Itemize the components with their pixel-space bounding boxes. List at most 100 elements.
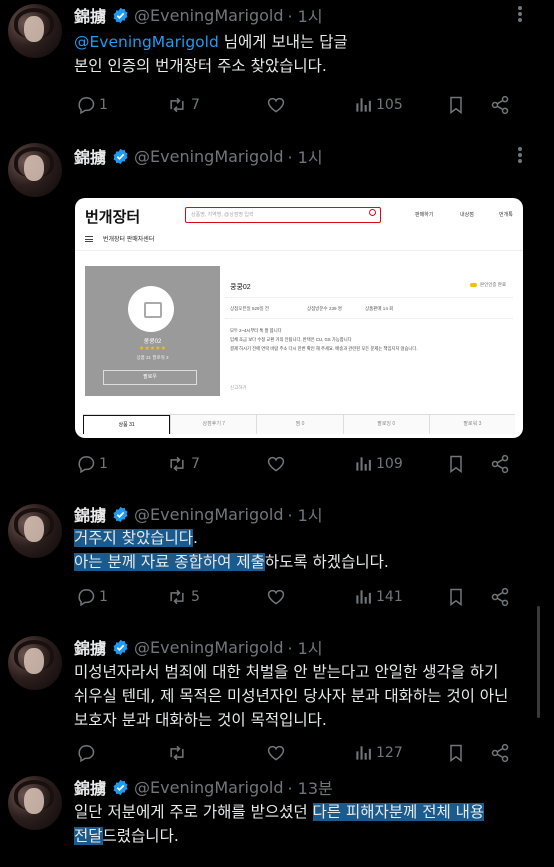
retweet-button[interactable]: 7 xyxy=(166,94,200,116)
handle[interactable]: @EveningMarigold xyxy=(134,505,283,524)
verified-label: 본인인증 완료 xyxy=(470,282,506,288)
more-options-icon[interactable] xyxy=(518,147,522,163)
views-count: 127 xyxy=(376,745,403,761)
handle[interactable]: @EveningMarigold xyxy=(134,778,283,797)
verified-badge-icon xyxy=(112,639,129,656)
views-button[interactable]: 141 xyxy=(353,586,403,608)
tab-following: 팔로잉 0 xyxy=(342,415,429,434)
views-count: 141 xyxy=(376,589,403,605)
reply-icon xyxy=(78,97,95,115)
selected-text: 다른 피해자분께 전체 내용 xyxy=(312,803,485,821)
display-name[interactable]: 錦擄 xyxy=(74,3,106,27)
display-name[interactable]: 錦擄 xyxy=(74,635,106,659)
verified-badge-icon xyxy=(112,148,129,165)
avatar[interactable] xyxy=(8,143,62,197)
seller-center-menu: 번개장터 판매자센터 xyxy=(85,234,154,243)
bookmark-icon xyxy=(450,588,462,606)
tweet-text-rest: . xyxy=(193,529,198,547)
tweet-text: @EveningMarigold 님에게 보내는 답글 본인 인증의 번개장터 … xyxy=(74,30,348,78)
share-button[interactable] xyxy=(490,586,510,608)
shop-stat: 상품판매 14 회 xyxy=(365,306,394,311)
share-button[interactable] xyxy=(490,94,510,116)
views-icon xyxy=(356,457,371,471)
tweet-text: 거주지 찾았습니다. 아는 분께 자료 종합하여 제출하도록 하겠습니다. xyxy=(74,526,389,574)
avatar[interactable] xyxy=(8,636,62,690)
timestamp[interactable]: · 1시 xyxy=(288,144,323,168)
timestamp[interactable]: · 1시 xyxy=(288,3,323,27)
scrollbar[interactable] xyxy=(537,606,540,718)
bookmark-button[interactable] xyxy=(446,742,466,764)
avatar[interactable] xyxy=(8,4,62,58)
shop-title: 쿵쿵02 xyxy=(230,284,251,291)
follow-button: 팔로우 xyxy=(103,370,197,385)
handle[interactable]: @EveningMarigold xyxy=(134,147,283,166)
shop-description-line: 모두 2~4시부터 톡 잘 봅니다 xyxy=(230,328,282,333)
bookmark-button[interactable] xyxy=(446,94,466,116)
tweet[interactable]: 錦擄 @EveningMarigold · 13분 일단 저분에게 주로 가해를… xyxy=(0,772,554,867)
shop-name: 쿵쿵02 xyxy=(143,339,162,345)
tweet-feed: 錦擄 @EveningMarigold · 1시 @EveningMarigol… xyxy=(0,0,554,867)
shop-header: 번개장터 상품명, 지역명, @상점명 입력 판매하기 내상점 번개톡 xyxy=(75,198,523,230)
tweet-text-rest: 일단 저분에게 주로 가해를 받으셨던 xyxy=(74,803,313,821)
heart-icon xyxy=(267,97,285,113)
timestamp[interactable]: · 13분 xyxy=(288,775,333,799)
tweet[interactable]: 錦擄 @EveningMarigold · 1시 @EveningMarigol… xyxy=(0,0,554,130)
display-name[interactable]: 錦擄 xyxy=(74,775,106,799)
tab-products: 상품 31 xyxy=(83,415,171,434)
shop-stat: 상점방문수 239 명 xyxy=(307,306,342,311)
bookmark-button[interactable] xyxy=(446,453,466,475)
reply-button[interactable]: 1 xyxy=(76,453,108,475)
views-icon xyxy=(356,746,371,760)
shop-stat: 상점오픈일 529일 전 xyxy=(230,306,269,311)
like-button[interactable] xyxy=(266,453,289,475)
timestamp[interactable]: · 1시 xyxy=(288,635,323,659)
handle[interactable]: @EveningMarigold xyxy=(134,6,283,25)
tweet-text-rest: 하도록 하겠습니다. xyxy=(264,553,389,571)
timestamp[interactable]: · 1시 xyxy=(288,502,323,526)
shop-description-line: 입체 조금 보다 수정 교환 거의 안됩니다. 반택은 CU, GS 가능합니다 xyxy=(230,337,352,342)
retweet-button[interactable] xyxy=(166,742,191,764)
avatar[interactable] xyxy=(8,504,62,558)
tweet-line: 보호자 분과 대화하는 것이 목적입니다. xyxy=(74,711,327,729)
share-icon xyxy=(491,454,509,474)
reply-button[interactable]: 1 xyxy=(76,94,108,116)
avatar[interactable] xyxy=(8,776,62,830)
tweet[interactable]: 錦擄 @EveningMarigold · 1시 거주지 찾았습니다. 아는 분… xyxy=(0,500,554,615)
retweet-icon xyxy=(170,745,184,761)
share-button[interactable] xyxy=(490,453,510,475)
retweet-button[interactable]: 5 xyxy=(166,586,200,608)
reply-button[interactable] xyxy=(76,742,99,764)
attached-image[interactable]: 번개장터 상품명, 지역명, @상점명 입력 판매하기 내상점 번개톡 번개장터… xyxy=(75,198,523,438)
selected-text: 거주지 찾았습니다 xyxy=(74,529,194,547)
menu-label: 번개장터 판매자센터 xyxy=(103,237,155,243)
bookmark-button[interactable] xyxy=(446,586,466,608)
display-name[interactable]: 錦擄 xyxy=(74,144,106,168)
reply-button[interactable]: 1 xyxy=(76,586,108,608)
action-bar: 1 7 105 xyxy=(76,94,516,116)
views-button[interactable]: 105 xyxy=(353,94,403,116)
reply-icon xyxy=(78,745,95,763)
mention-link[interactable]: @EveningMarigold xyxy=(74,33,219,51)
like-button[interactable] xyxy=(266,94,289,116)
tab-reviews: 상점후기 7 xyxy=(170,415,257,434)
tweet-text: 미성년자라서 범죄에 대한 처벌을 안 받는다고 안일한 생각을 하기 쉬우실 … xyxy=(74,660,508,732)
views-button[interactable]: 109 xyxy=(353,453,403,475)
like-button[interactable] xyxy=(266,742,289,764)
bunjang-logo: 번개장터 xyxy=(85,209,141,226)
reply-count: 1 xyxy=(99,456,108,472)
my-shop-nav: 내상점 xyxy=(460,212,474,218)
shop-profile-card: 쿵쿵02 ★★★★★ 상품 31 팔로워 3 팔로우 xyxy=(85,266,220,396)
retweet-button[interactable]: 7 xyxy=(166,453,200,475)
handle[interactable]: @EveningMarigold xyxy=(134,638,283,657)
display-name[interactable]: 錦擄 xyxy=(74,502,106,526)
more-options-icon[interactable] xyxy=(518,6,522,22)
views-button[interactable]: 127 xyxy=(353,742,403,764)
sell-nav: 판매하기 xyxy=(415,212,434,218)
like-button[interactable] xyxy=(266,586,289,608)
share-button[interactable] xyxy=(490,742,510,764)
tweet[interactable]: 錦擄 @EveningMarigold · 1시 미성년자라서 범죄에 대한 처… xyxy=(0,632,554,767)
views-icon xyxy=(356,590,371,604)
share-icon xyxy=(491,587,509,607)
action-bar: 1 7 109 xyxy=(76,453,516,475)
menu-icon xyxy=(85,235,93,242)
